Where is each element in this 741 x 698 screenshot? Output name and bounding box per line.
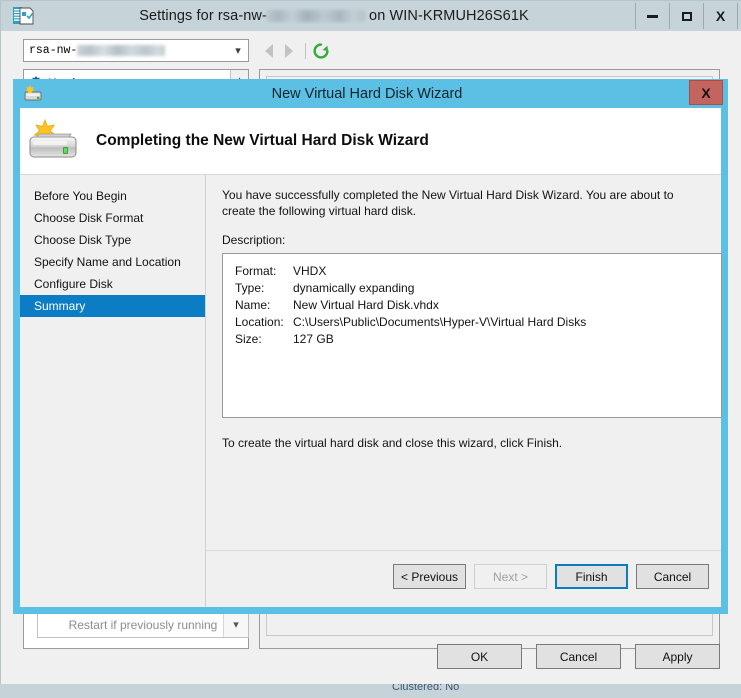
maximize-button[interactable] [670,3,704,29]
settings-footer: OK Cancel Apply [1,629,741,685]
description-box: Format: VHDX Type: dynamically expanding… [222,253,722,418]
description-row-name: Name: New Virtual Hard Disk.vhdx [235,297,721,314]
description-value: VHDX [293,264,327,278]
settings-footer-buttons: OK Cancel Apply [437,644,720,669]
wizard-titlebar[interactable]: New Virtual Hard Disk Wizard X [13,79,728,108]
wizard-steps-sidebar: Before You Begin Choose Disk Format Choo… [20,175,206,607]
description-key: Size: [235,332,262,346]
wizard-close-button[interactable]: X [689,80,723,105]
previous-button[interactable]: < Previous [393,564,466,589]
window-controls: X [635,3,738,29]
wizard-step-summary[interactable]: Summary [20,295,205,317]
new-virtual-hard-disk-icon [22,84,46,104]
new-virtual-hard-disk-wizard: New Virtual Hard Disk Wizard X Completin… [13,79,728,614]
wizard-header: Completing the New Virtual Hard Disk Wiz… [20,108,721,175]
description-value: C:\Users\Public\Documents\Hyper-V\Virtua… [293,315,587,329]
description-key: Format: [235,264,277,278]
toolbar-divider [305,43,306,59]
wizard-main: You have successfully completed the New … [206,175,722,607]
maximize-icon [681,11,692,21]
close-icon: X [715,8,726,24]
wizard-step-before-you-begin[interactable]: Before You Begin [20,185,205,207]
cancel-button[interactable]: Cancel [536,644,621,669]
minimize-icon [647,14,658,18]
wizard-title: New Virtual Hard Disk Wizard [271,85,463,102]
description-row-type: Type: dynamically expanding [235,280,721,297]
wizard-content: Before You Begin Choose Disk Format Choo… [20,175,722,607]
description-row-size: Size: 127 GB [235,331,721,348]
settings-title-suffix: on WIN-KRMUH26S61K [364,8,529,24]
ok-button[interactable]: OK [437,644,522,669]
description-key: Name: [235,298,271,312]
next-button: Next > [474,564,547,589]
wizard-step-configure-disk[interactable]: Configure Disk [20,273,205,295]
wizard-inner: Completing the New Virtual Hard Disk Wiz… [20,108,722,607]
wizard-header-title: Completing the New Virtual Hard Disk Wiz… [96,132,429,149]
finish-button[interactable]: Finish [555,564,628,589]
vm-selector-value: rsa-nw- [29,44,78,57]
summary-closing-text: To create the virtual hard disk and clos… [222,436,563,450]
description-key: Location: [235,315,284,329]
minimize-button[interactable] [635,3,670,29]
description-value: dynamically expanding [293,281,415,295]
redacted-vm-name-combo [77,45,166,56]
background-window-peek: Clustered: No [0,684,741,698]
description-row-location: Location: C:\Users\Public\Documents\Hype… [235,314,721,331]
description-key: Type: [235,281,265,295]
wizard-step-choose-disk-type[interactable]: Choose Disk Type [20,229,205,251]
description-value: 127 GB [293,332,334,346]
back-arrow-icon[interactable] [265,44,273,58]
background-peek-text: Clustered: No [392,684,460,693]
settings-document-icon [10,5,36,27]
close-button[interactable]: X [704,3,738,29]
wizard-footer: < Previous Next > Finish Cancel [206,550,721,607]
wizard-step-choose-disk-format[interactable]: Choose Disk Format [20,207,205,229]
apply-button[interactable]: Apply [635,644,720,669]
cancel-button[interactable]: Cancel [636,564,709,589]
redacted-vm-name [266,10,365,23]
navigation-toolbar [259,41,330,61]
settings-title-prefix: Settings for rsa-nw- [139,8,267,24]
refresh-icon[interactable] [312,42,330,60]
forward-arrow-icon[interactable] [285,44,293,58]
summary-intro-text: You have successfully completed the New … [222,188,674,218]
wizard-footer-buttons: < Previous Next > Finish Cancel [393,564,709,589]
settings-titlebar[interactable]: Settings for rsa-nw- on WIN-KRMUH26S61K … [1,1,741,31]
description-label: Description: [222,233,286,247]
description-row-format: Format: VHDX [235,263,721,280]
wizard-step-specify-name-and-location[interactable]: Specify Name and Location [20,251,205,273]
hard-disk-starburst-icon [28,117,84,165]
description-value: New Virtual Hard Disk.vhdx [293,298,439,312]
summary-pane: You have successfully completed the New … [206,175,722,551]
vm-selector-combobox[interactable]: rsa-nw- ▾ [23,39,249,62]
chevron-down-icon: ▾ [235,45,241,57]
close-icon: X [701,84,711,101]
